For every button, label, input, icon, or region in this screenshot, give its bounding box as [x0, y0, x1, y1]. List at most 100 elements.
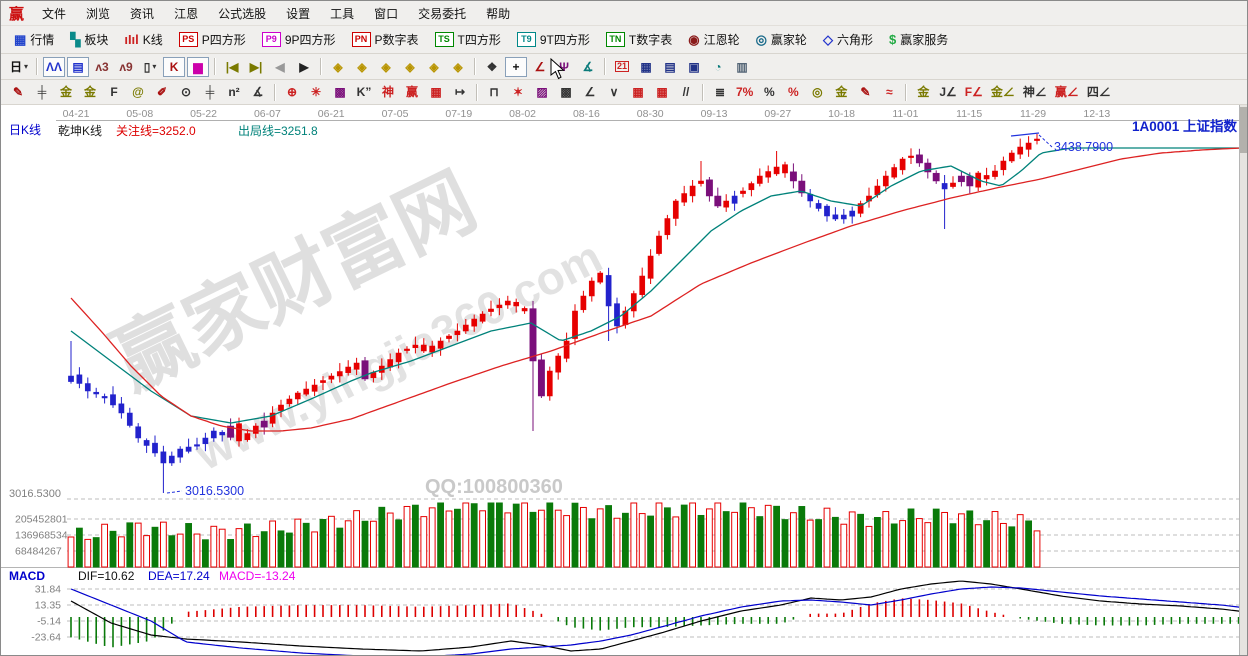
circle-ruler-button[interactable]: ⊙ [175, 82, 197, 102]
win-angle-button[interactable]: 赢∠ [1052, 82, 1082, 102]
save-button[interactable]: ▣ [683, 57, 705, 77]
menu-gann[interactable]: 江恩 [164, 2, 208, 25]
period-day-button[interactable]: 日▾ [7, 57, 31, 77]
wave-9-button[interactable]: ʌ9 [115, 57, 137, 77]
t-square-button[interactable]: TST四方形 [427, 29, 509, 50]
info-panel-button[interactable]: ▤ [67, 57, 89, 77]
spiral-button[interactable]: @ [127, 82, 149, 102]
print-button[interactable]: ▥ [731, 57, 753, 77]
gann-wheel-button[interactable]: ◉江恩轮 [680, 29, 747, 50]
win-ruler-button[interactable]: 赢 [401, 82, 423, 102]
hexagon-button[interactable]: ◇六角形 [815, 29, 881, 50]
pan-right-button[interactable]: ▶ [293, 57, 315, 77]
red-grid-2-button[interactable]: ▦ [651, 82, 673, 102]
world-time-button[interactable]: ◔ [707, 57, 729, 77]
volume-style-button[interactable]: ▆ [187, 57, 209, 77]
gold-underline-button[interactable]: 金 [912, 82, 934, 102]
pan-hand-button[interactable]: ❖ [481, 57, 503, 77]
menu-window[interactable]: 窗口 [364, 2, 408, 25]
9t-square-button[interactable]: T99T四方形 [509, 29, 598, 50]
wave-3-button[interactable]: ʌ3 [91, 57, 113, 77]
ray-box-button[interactable]: ▨ [531, 82, 553, 102]
candle-style-button[interactable]: ▯▾ [139, 57, 161, 77]
grid-123-button[interactable]: ▦ [425, 82, 447, 102]
target-circle-button[interactable]: ⊕ [281, 82, 303, 102]
kline-chart[interactable]: 赢家财富网www.yingjia360.comQQ:10080036004-21… [1, 105, 1247, 656]
multi-angle-button[interactable]: ∠ [579, 82, 601, 102]
kline-button[interactable]: ıIılK线 [116, 29, 170, 50]
notes-button[interactable]: ▤ [659, 57, 681, 77]
tick-ruler-button[interactable]: ╪ [199, 82, 221, 102]
menu-settings[interactable]: 设置 [276, 2, 320, 25]
menu-help[interactable]: 帮助 [476, 2, 520, 25]
parallel-lines-button[interactable]: // [675, 82, 697, 102]
shen-ruler-button[interactable]: 神 [377, 82, 399, 102]
menu-news[interactable]: 资讯 [120, 2, 164, 25]
angle-tool-button[interactable]: ∠ [529, 57, 551, 77]
ray-fan-button[interactable]: ✶ [507, 82, 529, 102]
p-square-button[interactable]: PSP四方形 [171, 29, 254, 50]
winner-service-button[interactable]: $赢家服务 [881, 29, 956, 50]
gann-fan-right-button[interactable]: ◈ [351, 57, 373, 77]
qiankun-kline-button[interactable]: K [163, 57, 185, 77]
span-arrow-button[interactable]: ↦ [449, 82, 471, 102]
gann-cross-button[interactable]: ◈ [423, 57, 445, 77]
9p-square-button[interactable]: P99P四方形 [254, 29, 344, 50]
gold-line-button[interactable]: 金 [830, 82, 852, 102]
zigzag-icon-button[interactable]: ΛΛ [43, 57, 65, 77]
p-number-table-button[interactable]: PNP数字表 [344, 29, 427, 50]
calendar-button[interactable]: 21 [611, 57, 633, 77]
ruler-button[interactable]: ╪ [31, 82, 53, 102]
menu-file[interactable]: 文件 [32, 2, 76, 25]
shen-angle-button[interactable]: 神∠ [1020, 82, 1050, 102]
goto-first-button[interactable]: |◀ [221, 57, 243, 77]
web-dark-button[interactable]: ▩ [555, 82, 577, 102]
line-tool-button[interactable]: ∡ [577, 57, 599, 77]
pan-left-button[interactable]: ◀ [269, 57, 291, 77]
wave-box-button[interactable]: ≈ [878, 82, 900, 102]
sectors-button[interactable]: ▚板块 [62, 29, 116, 50]
percent-button[interactable]: % [758, 82, 780, 102]
winner-wheel-button[interactable]: ◎赢家轮 [748, 29, 815, 50]
chart-area[interactable]: 赢家财富网www.yingjia360.comQQ:10080036004-21… [1, 105, 1247, 656]
menu-formula-stock-pick[interactable]: 公式选股 [208, 2, 276, 25]
scrollbar-thumb[interactable] [1240, 107, 1247, 153]
gold-circle-button[interactable]: ◎ [806, 82, 828, 102]
gann-star-button[interactable]: ◈ [447, 57, 469, 77]
candle-body [430, 346, 435, 352]
crosshair-button[interactable]: + [505, 57, 527, 77]
pen-ruler-button[interactable]: ✐ [151, 82, 173, 102]
menu-browse[interactable]: 浏览 [76, 2, 120, 25]
t-number-table-button[interactable]: TNT数字表 [598, 29, 680, 50]
draw-pen-button[interactable]: ✎ [7, 82, 29, 102]
gann-web-box-button[interactable]: ▩ [329, 82, 351, 102]
gann-web-button[interactable]: ✳ [305, 82, 327, 102]
percent-line-button[interactable]: % [782, 82, 804, 102]
box-measure-button[interactable]: ⊓ [483, 82, 505, 102]
gann-fan-left-button[interactable]: ◈ [327, 57, 349, 77]
angle-ruler-button[interactable]: ∡ [247, 82, 269, 102]
v-wave-button[interactable]: ∨ [603, 82, 625, 102]
menu-trade-entrust[interactable]: 交易委托 [408, 2, 476, 25]
gann-fan-both-button[interactable]: ◈ [375, 57, 397, 77]
quotes-button[interactable]: ▦行情 [6, 29, 62, 50]
gold-angle-button[interactable]: 金∠ [988, 82, 1018, 102]
calculator-button[interactable]: ▦ [635, 57, 657, 77]
candle-body [606, 275, 611, 306]
percent-7-button[interactable]: 7% [733, 82, 756, 102]
gann-grid-button[interactable]: ◈ [399, 57, 421, 77]
red-grid-button[interactable]: ▦ [627, 82, 649, 102]
menu-tools[interactable]: 工具 [320, 2, 364, 25]
vertical-scrollbar[interactable] [1239, 105, 1247, 656]
f-ruler-button[interactable]: F [103, 82, 125, 102]
gold-ruler-button[interactable]: 金 [55, 82, 77, 102]
pen-2-button[interactable]: ✎ [854, 82, 876, 102]
goto-last-button[interactable]: ▶| [245, 57, 267, 77]
four-angle-button[interactable]: 四∠ [1084, 82, 1114, 102]
j-angle-button[interactable]: J∠ [936, 82, 959, 102]
gold-ruler-2-button[interactable]: 金 [79, 82, 101, 102]
k-quote-button[interactable]: K” [353, 82, 375, 102]
n2-button[interactable]: n² [223, 82, 245, 102]
f-angle-button[interactable]: F∠ [962, 82, 986, 102]
percent-list-button[interactable]: ≣ [709, 82, 731, 102]
